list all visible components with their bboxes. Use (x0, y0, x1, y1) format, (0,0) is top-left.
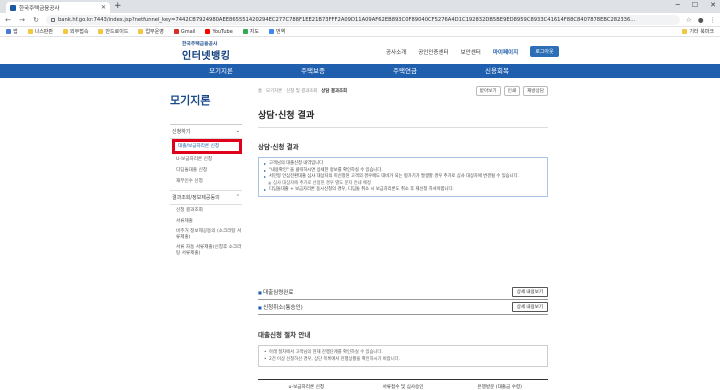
page-title: 상담·신청 결과 (258, 108, 548, 128)
browser-tab[interactable]: 한국주택금융공사 ✕ (6, 2, 110, 13)
logo-org-name: 한국주택금융공사 (182, 42, 218, 47)
reload-icon[interactable]: ↻ (32, 16, 40, 24)
lnb-item-didimdol-apply[interactable]: 디딤돌대출 신청 (170, 165, 242, 176)
back-icon[interactable]: ← (4, 16, 12, 24)
bookmark-item[interactable]: Gmail (173, 29, 195, 35)
bookmarks-bar: 앱 나스판판 외부접속 안드로이드 업무운영 Gmail YouTube 지도 … (0, 27, 720, 37)
section-title: 상담·신청 결과 (258, 143, 299, 151)
download-button[interactable]: 받아보기 (475, 86, 501, 96)
site-favicon-icon (10, 4, 16, 11)
breadcrumb: 홈 모기지론 신청 및 결과조회 상담 결과조회 (258, 88, 347, 94)
folder-icon (27, 29, 33, 34)
breadcrumb-bar: 홈 모기지론 신청 및 결과조회 상담 결과조회 받아보기 인쇄 재방상담 (258, 86, 548, 96)
folder-icon (63, 29, 69, 34)
process-table-header: u-보금자리론 신청 서류접수 및 심사승인 은행방문 (대출금 수령) (258, 378, 548, 390)
chevron-up-icon: ⌃ (235, 194, 240, 200)
gnb-item-pension[interactable]: 주택연금 (359, 64, 451, 78)
site-logo[interactable]: 한국주택금융공사 인터넷뱅킹 (182, 40, 231, 62)
logout-button[interactable]: 로그아웃 (530, 46, 559, 57)
menu-icon[interactable]: ⋮ (710, 16, 717, 24)
profile-icon[interactable]: ● (698, 16, 704, 24)
lnb-item-doc-submit[interactable]: 서류제출 (170, 216, 242, 227)
status-label: 대출심령완료 (258, 288, 293, 296)
global-nav: 모기지론 주택보증 주택연금 신용회복 (0, 64, 720, 78)
bookmark-item[interactable]: 번역 (268, 28, 285, 35)
notice-box: 고객님의 대출신청 내역입니다 "내용확인" 을 클릭하시면 상세한 정보를 확… (258, 157, 548, 197)
lnb-item-auto-submit[interactable]: 서류 자동 서류제출(신청후 소크라탕 서류제출) (170, 243, 242, 259)
apps-icon (6, 29, 11, 34)
gnb-item-credit[interactable]: 신용회복 (451, 64, 543, 78)
tab-title: 한국주택금융공사 (19, 5, 60, 12)
guide-box: 아래 절차에서 고객님의 현재 진행단계를 확인하실 수 있습니다. 2건 이상… (258, 344, 548, 367)
guide-item: 아래 절차에서 고객님의 현재 진행단계를 확인하실 수 있습니다. (264, 349, 542, 356)
print-button[interactable]: 인쇄 (503, 86, 521, 96)
guide-item: 2건 이상 신청하신 경우, 상단 목록에서 진행상황을 확인하시기 바랍니다. (264, 356, 542, 363)
lnb-group-apply[interactable]: 신청하기 ⌄ (170, 125, 242, 139)
folder-icon (138, 29, 144, 34)
gmail-icon (173, 29, 179, 34)
close-tab-icon[interactable]: ✕ (101, 4, 106, 11)
url-text: bank.hf.go.kr:7443/index.jsp?netfunnel_k… (58, 16, 636, 23)
notice-item: 디딤돌대출 + 보금자리론 동시신청의 경우, 디딤돌 취소 시 보금자리론도 … (264, 187, 542, 194)
bookmark-item[interactable]: 앱 (6, 28, 18, 35)
breadcrumb-item[interactable]: 모기지론 (266, 88, 282, 94)
consult-button[interactable]: 재방상담 (523, 86, 548, 96)
left-nav: 모기지론 신청하기 ⌄ 대출/보금자리론 신청 U-보금자리론 신청 디딤돌대출 … (170, 92, 242, 259)
status-label: 신청취소(통승인) (258, 303, 303, 311)
folder-icon (98, 29, 104, 34)
util-link-cert[interactable]: 공인인증센터 (418, 48, 448, 56)
lock-icon (51, 17, 55, 22)
window-controls: ─ ☐ ✕ (676, 1, 716, 9)
lnb-item-u-apply[interactable]: U-보금자리론 신청 (170, 154, 242, 165)
gnb-item-mortgage[interactable]: 모기지론 (175, 64, 267, 78)
lnb-title: 모기지론 (170, 94, 211, 107)
bookmark-item[interactable]: 지도 (242, 28, 259, 35)
translate-icon (268, 29, 274, 34)
util-link-mypage[interactable]: 마이페이지 (493, 48, 518, 56)
chevron-down-icon: ⌄ (235, 128, 240, 134)
bookmark-item[interactable]: 나스판판 (27, 28, 53, 35)
breadcrumb-current: 상담 결과조회 (321, 89, 348, 94)
bookmark-item[interactable]: 외부접속 (63, 28, 88, 35)
util-link-security[interactable]: 보안센터 (461, 48, 481, 56)
utility-links: 공사소개 공인인증센터 보안센터 마이페이지 로그아웃 (386, 46, 559, 57)
guide-title: 대출신청 절차 안내 (258, 330, 311, 339)
view-detail-button[interactable]: 상세 내용보기 (511, 286, 548, 297)
bookmark-item[interactable]: YouTube (205, 29, 233, 35)
lnb-item-loan-apply[interactable]: 대출/보금자리론 신청 (172, 139, 242, 154)
site-header: 한국주택금융공사 인터넷뱅킹 공사소개 공인인증센터 보안센터 마이페이지 로그… (0, 38, 720, 64)
other-bookmarks[interactable]: 기타 북마크 (682, 28, 714, 35)
folder-icon (682, 29, 688, 34)
browser-tabstrip: 한국주택금융공사 ✕ + ─ ☐ ✕ (0, 0, 720, 13)
lnb-item-reassume-apply[interactable]: 재무인수 신청 (170, 176, 242, 187)
lnb-item-result-lookup[interactable]: 신청 결과조회 (170, 205, 242, 216)
close-window-icon[interactable]: ✕ (710, 1, 716, 9)
forward-icon[interactable]: → (18, 16, 26, 24)
breadcrumb-item[interactable]: 신청 및 결과조회 (286, 88, 317, 94)
status-row: 신청취소(통승인) 상세 내용보기 (258, 300, 548, 315)
minimize-icon[interactable]: ─ (676, 1, 680, 9)
bookmark-item[interactable]: 안드로이드 (98, 28, 128, 35)
lnb-item-consent[interactable]: 비주거 정보제공동의 (소크라탕 서류제출) (170, 227, 242, 243)
gnb-item-guarantee[interactable]: 주택보증 (267, 64, 359, 78)
main-content: 홈 모기지론 신청 및 결과조회 상담 결과조회 받아보기 인쇄 재방상담 상담… (258, 86, 548, 390)
youtube-icon (205, 29, 211, 34)
browser-toolbar: ← → ↻ bank.hf.go.kr:7443/index.jsp?netfu… (0, 13, 720, 27)
maximize-icon[interactable]: ☐ (692, 1, 698, 9)
status-row: 대출심령완료 상세 내용보기 (258, 285, 548, 300)
address-bar[interactable]: bank.hf.go.kr:7443/index.jsp?netfunnel_k… (46, 14, 680, 25)
star-icon[interactable]: ☆ (686, 16, 692, 24)
lnb-group-results[interactable]: 결과조회/정보제공동의 ⌃ (170, 190, 242, 205)
map-pin-icon (242, 29, 248, 34)
logo-service-name: 인터넷뱅킹 (182, 51, 231, 62)
new-tab-button[interactable]: + (114, 1, 122, 11)
util-link-about[interactable]: 공사소개 (386, 48, 406, 56)
bookmark-item[interactable]: 업무운영 (138, 28, 164, 35)
view-detail-button[interactable]: 상세 내용보기 (511, 301, 548, 312)
home-icon[interactable]: 홈 (258, 88, 262, 94)
